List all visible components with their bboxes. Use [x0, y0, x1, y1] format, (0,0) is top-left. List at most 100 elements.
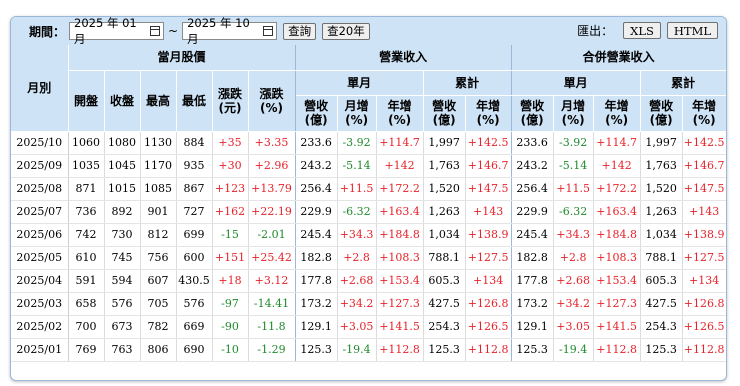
cell-chgpct: +3.12	[248, 269, 296, 293]
cell-high: 756	[140, 246, 177, 270]
cell-cmom: -3.92	[553, 131, 594, 155]
cell-chg: -10	[212, 338, 249, 362]
cell-cmom: -19.4	[553, 338, 594, 362]
cell-close: 673	[104, 315, 141, 339]
cell-cmom: -5.14	[553, 154, 594, 178]
cell-cmom: +2.68	[553, 269, 594, 293]
cell-mom: -5.14	[337, 154, 377, 178]
cell-ccumyoy: +112.8	[682, 338, 726, 362]
cell-crev: 129.1	[511, 315, 554, 339]
cell-ccum: 427.5	[640, 292, 683, 316]
cell-cumyoy: +134	[465, 269, 512, 293]
query-button[interactable]: 查詢	[283, 22, 317, 40]
cell-chgpct: -1.29	[248, 338, 296, 362]
rev-header: 營收 (億)	[295, 95, 338, 132]
start-month-input[interactable]: 2025 年 01 月	[69, 17, 165, 46]
cell-ccumyoy: +142.5	[682, 131, 726, 155]
cell-month: 2025/10	[11, 131, 69, 155]
cell-month: 2025/08	[11, 177, 69, 201]
cell-cumyoy: +142.5	[465, 131, 512, 155]
cell-cyoy: +112.8	[593, 338, 641, 362]
cell-cumyoy: +146.7	[465, 154, 512, 178]
cell-chgpct: +3.35	[248, 131, 296, 155]
cell-chg: +35	[212, 131, 249, 155]
cell-cum: 605.3	[423, 269, 466, 293]
cell-chg: +151	[212, 246, 249, 270]
cell-ccumyoy: +138.9	[682, 223, 726, 247]
cell-cmom: -6.32	[553, 200, 594, 224]
calendar-icon[interactable]	[150, 26, 161, 36]
cell-cumyoy: +138.9	[465, 223, 512, 247]
cell-chg: +18	[212, 269, 249, 293]
cell-ccum: 1,997	[640, 131, 683, 155]
cell-close: 730	[104, 223, 141, 247]
cell-chgpct: -2.01	[248, 223, 296, 247]
cell-open: 742	[68, 223, 105, 247]
cell-close: 892	[104, 200, 141, 224]
calendar-icon[interactable]	[263, 26, 274, 36]
export-xls-button[interactable]: XLS	[623, 22, 661, 39]
range-tilde: ~	[168, 24, 179, 38]
cell-ccum: 788.1	[640, 246, 683, 270]
cell-chg: -15	[212, 223, 249, 247]
cell-ccum: 1,520	[640, 177, 683, 201]
cell-ccumyoy: +126.8	[682, 292, 726, 316]
cell-open: 591	[68, 269, 105, 293]
cell-low: 884	[176, 131, 213, 155]
cell-mom: +2.68	[337, 269, 377, 293]
change-header: 漲跌 (元)	[212, 70, 249, 132]
end-month-input[interactable]: 2025 年 10 月	[182, 17, 278, 46]
cell-cyoy: +153.4	[593, 269, 641, 293]
cmom-header: 月增 (%)	[553, 95, 594, 132]
cell-yoy: +108.3	[376, 246, 424, 270]
cell-cmom: +3.05	[553, 315, 594, 339]
cell-yoy: +112.8	[376, 338, 424, 362]
query-toolbar: 期間： 2025 年 01 月 ~ 2025 年 10 月 查詢 查20年 匯出…	[11, 17, 726, 46]
cell-ccum: 125.3	[640, 338, 683, 362]
cell-chgpct: +22.19	[248, 200, 296, 224]
cell-close: 745	[104, 246, 141, 270]
cell-chg: -97	[212, 292, 249, 316]
export-html-button[interactable]: HTML	[666, 22, 718, 39]
cell-month: 2025/01	[11, 338, 69, 362]
cell-cum: 427.5	[423, 292, 466, 316]
cell-cyoy: +127.3	[593, 292, 641, 316]
cell-chg: -90	[212, 315, 249, 339]
cell-rev: 256.4	[295, 177, 338, 201]
table-row: 2025/07 736 892 901 727 +162 +22.19 229.9 -6.32 +…	[11, 200, 726, 224]
cell-crev: 177.8	[511, 269, 554, 293]
cell-rev: 243.2	[295, 154, 338, 178]
cell-open: 700	[68, 315, 105, 339]
cell-close: 763	[104, 338, 141, 362]
cell-open: 1060	[68, 131, 105, 155]
cell-rev: 129.1	[295, 315, 338, 339]
end-month-value: 2025 年 10 月	[187, 16, 250, 46]
cell-rev: 125.3	[295, 338, 338, 362]
cell-yoy: +127.3	[376, 292, 424, 316]
cell-ccumyoy: +143	[682, 200, 726, 224]
cell-high: 782	[140, 315, 177, 339]
cell-month: 2025/06	[11, 223, 69, 247]
cell-mom: -19.4	[337, 338, 377, 362]
cell-low: 669	[176, 315, 213, 339]
cell-cum: 1,263	[423, 200, 466, 224]
cell-cmom: +2.8	[553, 246, 594, 270]
query-20-years-button[interactable]: 查20年	[322, 22, 370, 40]
table-row: 2025/01 769 763 806 690 -10 -1.29 125.3 -19.4 +11…	[11, 338, 726, 362]
open-header: 開盤	[68, 70, 105, 132]
cell-cmom: +11.5	[553, 177, 594, 201]
cell-cyoy: +172.2	[593, 177, 641, 201]
cell-yoy: +142	[376, 154, 424, 178]
cell-crev: 229.9	[511, 200, 554, 224]
stock-price-group-header: 當月股價	[68, 45, 296, 71]
cell-month: 2025/05	[11, 246, 69, 270]
cell-month: 2025/02	[11, 315, 69, 339]
cell-open: 658	[68, 292, 105, 316]
cell-yoy: +184.8	[376, 223, 424, 247]
cell-high: 1130	[140, 131, 177, 155]
cell-cmom: +34.2	[553, 292, 594, 316]
cell-cumyoy: +147.5	[465, 177, 512, 201]
cell-mom: +2.8	[337, 246, 377, 270]
cell-ccumyoy: +134	[682, 269, 726, 293]
ccum-yoy-header: 年增 (%)	[682, 95, 726, 132]
